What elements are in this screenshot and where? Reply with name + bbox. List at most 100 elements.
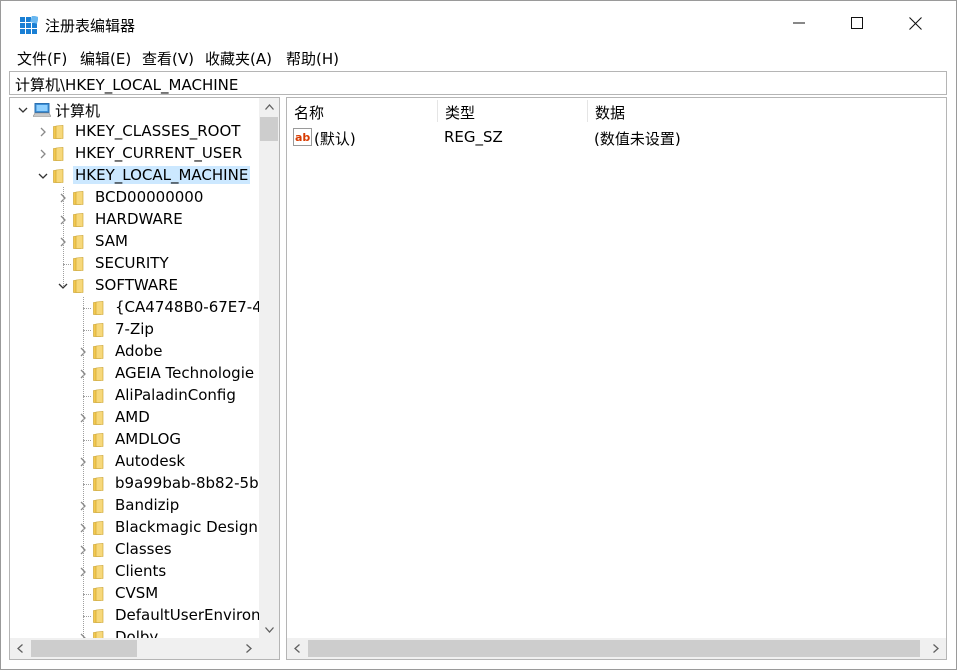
tree-item-label: {CA4748B0-67E7-4 xyxy=(115,298,259,316)
address-bar[interactable]: 计算机\HKEY_LOCAL_MACHINE xyxy=(9,71,947,95)
collapse-toggle[interactable] xyxy=(37,165,49,187)
tree-vertical-scroll-thumb[interactable] xyxy=(260,117,278,141)
tree-view: 计算机 HKEY_CLASSES_ROOT HKEY_CURRENT_USER HKE… xyxy=(10,98,259,638)
tree-guide-line xyxy=(83,297,84,638)
tree-item-label: Adobe xyxy=(115,342,163,360)
folder-icon xyxy=(53,169,64,183)
folder-icon xyxy=(93,609,104,623)
chevron-left-icon xyxy=(294,644,300,653)
column-header-type-label: 类型 xyxy=(445,104,476,122)
tree-item-label: HKEY_CLASSES_ROOT xyxy=(75,122,241,140)
tree-item[interactable]: Adobe xyxy=(10,341,259,363)
tree-item-label: HKEY_CURRENT_USER xyxy=(75,144,243,162)
folder-icon xyxy=(93,301,104,315)
scroll-left-button[interactable] xyxy=(287,638,307,659)
collapse-toggle[interactable] xyxy=(17,99,29,121)
tree-item[interactable]: Autodesk xyxy=(10,451,259,473)
tree-item[interactable]: HKEY_LOCAL_MACHINE xyxy=(10,165,259,187)
folder-icon xyxy=(93,477,104,491)
folder-icon xyxy=(73,191,84,205)
values-list-pane: 名称 类型 数据 ab (默认) REG_SZ (数值未设置) xyxy=(286,97,947,660)
tree-item-label: Clients xyxy=(115,562,167,580)
menu-view[interactable]: 查看(V) xyxy=(142,48,194,69)
menu-bar: 文件(F) 编辑(E) 查看(V) 收藏夹(A) 帮助(H) xyxy=(1,45,956,70)
tree-item[interactable]: BCD00000000 xyxy=(10,187,259,209)
folder-icon xyxy=(93,323,104,337)
tree-item[interactable]: AGEIA Technologie xyxy=(10,363,259,385)
title-bar[interactable]: 注册表编辑器 xyxy=(1,1,956,45)
tree-item[interactable]: SAM xyxy=(10,231,259,253)
chevron-down-icon xyxy=(264,626,274,633)
tree-item[interactable]: DefaultUserEnviron xyxy=(10,605,259,627)
tree-item[interactable]: {CA4748B0-67E7-4 xyxy=(10,297,259,319)
tree-item-label: AliPaladinConfig xyxy=(115,386,236,404)
list-horizontal-scrollbar[interactable] xyxy=(287,638,946,659)
scroll-left-button[interactable] xyxy=(10,638,30,659)
tree-item[interactable]: AliPaladinConfig xyxy=(10,385,259,407)
folder-icon xyxy=(93,411,104,425)
tree-pane: 计算机 HKEY_CLASSES_ROOT HKEY_CURRENT_USER HKE… xyxy=(9,97,280,660)
tree-item[interactable]: Bandizip xyxy=(10,495,259,517)
chevron-right-icon xyxy=(40,127,46,137)
column-header-data[interactable]: 数据 xyxy=(588,98,788,124)
chevron-up-icon xyxy=(264,103,274,110)
tree-item[interactable]: SECURITY xyxy=(10,253,259,275)
list-item[interactable]: ab (默认) REG_SZ (数值未设置) xyxy=(287,125,946,149)
tree-item[interactable]: CVSM xyxy=(10,583,259,605)
folder-icon xyxy=(73,213,84,227)
address-path[interactable]: 计算机\HKEY_LOCAL_MACHINE xyxy=(15,74,238,95)
tree-item-label: AGEIA Technologie xyxy=(115,364,255,382)
tree-item[interactable]: 7-Zip xyxy=(10,319,259,341)
folder-icon xyxy=(53,125,64,139)
tree-item[interactable]: HKEY_CLASSES_ROOT xyxy=(10,121,259,143)
tree-vertical-scrollbar[interactable] xyxy=(259,98,279,638)
tree-item[interactable]: HKEY_CURRENT_USER xyxy=(10,143,259,165)
tree-item-label: Autodesk xyxy=(115,452,186,470)
chevron-left-icon xyxy=(17,644,23,653)
tree-item-label: SAM xyxy=(95,232,129,250)
window-title: 注册表编辑器 xyxy=(45,17,136,35)
list-horizontal-scroll-thumb[interactable] xyxy=(308,640,920,657)
tree-item-label: HARDWARE xyxy=(95,210,183,228)
tree-horizontal-scrollbar[interactable] xyxy=(10,638,279,659)
registry-editor-icon xyxy=(19,16,38,35)
tree-item[interactable]: HARDWARE xyxy=(10,209,259,231)
minimize-button[interactable] xyxy=(770,1,828,45)
tree-item[interactable]: b9a99bab-8b82-5b xyxy=(10,473,259,495)
close-button[interactable] xyxy=(886,1,944,45)
tree-item[interactable]: Blackmagic Design xyxy=(10,517,259,539)
scroll-down-button[interactable] xyxy=(259,621,279,638)
column-header-name[interactable]: 名称 xyxy=(287,98,437,124)
scroll-up-button[interactable] xyxy=(259,98,279,115)
tree-item-label: 7-Zip xyxy=(115,320,154,338)
expand-toggle[interactable] xyxy=(37,143,49,165)
maximize-button[interactable] xyxy=(828,1,886,45)
value-data: (数值未设置) xyxy=(594,130,681,148)
tree-item[interactable]: AMD xyxy=(10,407,259,429)
tree-item-label: 计算机 xyxy=(55,102,101,120)
folder-icon xyxy=(93,631,104,638)
column-header-name-label: 名称 xyxy=(294,104,325,122)
maximize-icon xyxy=(851,17,863,29)
chevron-down-icon xyxy=(18,107,28,113)
value-name: (默认) xyxy=(314,130,356,148)
column-header-type[interactable]: 类型 xyxy=(438,98,587,124)
tree-item[interactable]: Clients xyxy=(10,561,259,583)
tree-item[interactable]: SOFTWARE xyxy=(10,275,259,297)
scroll-right-button[interactable] xyxy=(239,638,259,659)
tree-item-label: BCD00000000 xyxy=(95,188,204,206)
menu-file[interactable]: 文件(F) xyxy=(17,48,67,69)
tree-item[interactable]: 计算机 xyxy=(10,99,259,121)
tree-item[interactable]: AMDLOG xyxy=(10,429,259,451)
menu-edit[interactable]: 编辑(E) xyxy=(80,48,131,69)
minimize-icon xyxy=(793,22,805,24)
tree-item[interactable]: Dolby xyxy=(10,627,259,638)
tree-horizontal-scroll-thumb[interactable] xyxy=(31,640,137,657)
folder-icon xyxy=(73,257,84,271)
tree-item-label: Dolby xyxy=(115,628,159,638)
tree-item[interactable]: Classes xyxy=(10,539,259,561)
scroll-right-button[interactable] xyxy=(926,638,946,659)
menu-favorites[interactable]: 收藏夹(A) xyxy=(205,48,272,69)
menu-help[interactable]: 帮助(H) xyxy=(286,48,339,69)
expand-toggle[interactable] xyxy=(37,121,49,143)
